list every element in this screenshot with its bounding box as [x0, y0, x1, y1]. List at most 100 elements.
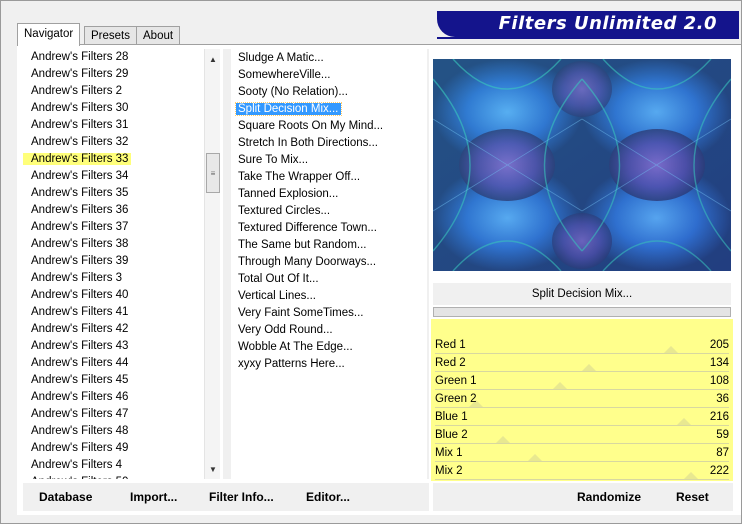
randomize-button[interactable]: Randomize	[577, 490, 641, 504]
slider-thumb[interactable]	[553, 382, 567, 389]
category-item[interactable]: Andrew's Filters 30	[23, 100, 203, 117]
tab-presets[interactable]: Presets	[84, 26, 137, 45]
filter-item[interactable]: Very Faint SomeTimes...	[233, 305, 427, 322]
category-label: Andrew's Filters 30	[31, 102, 129, 114]
tab-navigator[interactable]: Navigator	[17, 23, 81, 46]
category-label: Andrew's Filters 38	[31, 238, 129, 250]
scroll-down-icon[interactable]: ▼	[205, 461, 221, 477]
slider-row[interactable]: Red 2 134	[431, 355, 733, 373]
filter-item[interactable]: The Same but Random...	[233, 237, 427, 254]
slider-row[interactable]: Blue 1 216	[431, 409, 733, 427]
filter-label: Sooty (No Relation)...	[238, 86, 348, 98]
category-item[interactable]: Andrew's Filters 32	[23, 134, 203, 151]
filter-item[interactable]: Split Decision Mix...	[233, 101, 427, 118]
slider-row[interactable]: Mix 2 222	[431, 463, 733, 481]
filter-item[interactable]: Vertical Lines...	[233, 288, 427, 305]
category-item[interactable]: Andrew's Filters 35	[23, 185, 203, 202]
scroll-thumb[interactable]: ≡	[206, 153, 220, 193]
slider-track[interactable]	[435, 353, 729, 354]
filter-label: Wobble At The Edge...	[238, 341, 353, 353]
progress-bar	[433, 307, 731, 317]
slider-track[interactable]	[435, 425, 729, 426]
slider-thumb[interactable]	[684, 472, 698, 479]
reset-label: Reset	[676, 490, 709, 504]
category-item[interactable]: Andrew's Filters 34	[23, 168, 203, 185]
slider-thumb[interactable]	[664, 346, 678, 353]
category-item[interactable]: Andrew's Filters 2	[23, 83, 203, 100]
slider-track[interactable]	[435, 371, 729, 372]
category-item[interactable]: Andrew's Filters 3	[23, 270, 203, 287]
reset-button[interactable]: Reset	[676, 490, 709, 504]
slider-label: Red 1	[435, 339, 466, 351]
category-item[interactable]: Andrew's Filters 47	[23, 406, 203, 423]
database-button[interactable]: Database	[39, 490, 92, 504]
category-label: Andrew's Filters 31	[31, 119, 129, 131]
category-label: Andrew's Filters 2	[31, 85, 123, 97]
filter-item[interactable]: Very Odd Round...	[233, 322, 427, 339]
filter-info-button[interactable]: Filter Info...	[209, 490, 274, 504]
category-item[interactable]: Andrew's Filters 48	[23, 423, 203, 440]
category-item[interactable]: Andrew's Filters 46	[23, 389, 203, 406]
category-item[interactable]: Andrew's Filters 33	[23, 151, 203, 168]
randomize-label: Randomize	[577, 490, 642, 504]
category-item[interactable]: Andrew's Filters 49	[23, 440, 203, 457]
filter-item[interactable]: Sludge A Matic...	[233, 50, 427, 67]
category-item[interactable]: Andrew's Filters 45	[23, 372, 203, 389]
slider-row[interactable]: Mix 1 87	[431, 445, 733, 463]
preview-image	[433, 59, 731, 271]
category-item[interactable]: Andrew's Filters 41	[23, 304, 203, 321]
import-button[interactable]: Import...	[130, 490, 177, 504]
category-item[interactable]: Andrew's Filters 4	[23, 457, 203, 474]
filter-item[interactable]: Wobble At The Edge...	[233, 339, 427, 356]
slider-row[interactable]: Green 1 108	[431, 373, 733, 391]
filter-label: Take The Wrapper Off...	[238, 171, 361, 183]
category-item[interactable]: Andrew's Filters 42	[23, 321, 203, 338]
category-item[interactable]: Andrew's Filters 43	[23, 338, 203, 355]
category-label: Andrew's Filters 37	[31, 221, 129, 233]
category-item[interactable]: Andrew's Filters 44	[23, 355, 203, 372]
category-scrollbar[interactable]: ▲ ≡ ▼	[204, 49, 220, 479]
category-item[interactable]: Andrew's Filters 39	[23, 253, 203, 270]
filter-item[interactable]: Through Many Doorways...	[233, 254, 427, 271]
slider-thumb[interactable]	[528, 454, 542, 461]
filter-item[interactable]: Stretch In Both Directions...	[233, 135, 427, 152]
category-item[interactable]: Andrew's Filters 36	[23, 202, 203, 219]
scroll-up-icon[interactable]: ▲	[205, 51, 221, 67]
filter-label: Stretch In Both Directions...	[238, 137, 378, 149]
category-list[interactable]: Andrew's Filters 28 Andrew's Filters 29 An…	[23, 49, 203, 479]
slider-track[interactable]	[435, 479, 729, 480]
slider-track[interactable]	[435, 461, 729, 462]
category-item[interactable]: Andrew's Filters 28	[23, 49, 203, 66]
editor-button[interactable]: Editor...	[306, 490, 350, 504]
slider-row[interactable]: Red 1 205	[431, 337, 733, 355]
slider-row[interactable]: Blue 2 59	[431, 427, 733, 445]
filter-item[interactable]: Sure To Mix...	[233, 152, 427, 169]
slider-thumb[interactable]	[496, 436, 510, 443]
filter-item[interactable]: Sooty (No Relation)...	[233, 84, 427, 101]
slider-row[interactable]: Green 2 36	[431, 391, 733, 409]
filter-item[interactable]: Textured Difference Town...	[233, 220, 427, 237]
filter-item[interactable]: Tanned Explosion...	[233, 186, 427, 203]
category-item[interactable]: Andrew's Filters 37	[23, 219, 203, 236]
slider-thumb[interactable]	[582, 364, 596, 371]
category-item[interactable]: Andrew's Filters 40	[23, 287, 203, 304]
filter-item[interactable]: SomewhereVille...	[233, 67, 427, 84]
filter-item[interactable]: Take The Wrapper Off...	[233, 169, 427, 186]
category-label: Andrew's Filters 40	[31, 289, 129, 301]
filter-list[interactable]: Sludge A Matic... SomewhereVille... Sooty …	[233, 50, 427, 480]
filter-item[interactable]: xyxy Patterns Here...	[233, 356, 427, 373]
slider-track[interactable]	[435, 407, 729, 408]
category-item[interactable]: Andrew's Filters 31	[23, 117, 203, 134]
filter-label: Sludge A Matic...	[238, 52, 324, 64]
category-item[interactable]: Andrew's Filters 29	[23, 66, 203, 83]
filter-item[interactable]: Square Roots On My Mind...	[233, 118, 427, 135]
filter-item[interactable]: Textured Circles...	[233, 203, 427, 220]
slider-track[interactable]	[435, 443, 729, 444]
slider-thumb[interactable]	[677, 418, 691, 425]
category-item[interactable]: Andrew's Filters 50	[23, 474, 203, 479]
filter-item[interactable]: Total Out Of It...	[233, 271, 427, 288]
preview-filter-name: Split Decision Mix...	[433, 283, 731, 305]
tab-about[interactable]: About	[136, 26, 181, 45]
slider-track[interactable]	[435, 389, 729, 390]
category-item[interactable]: Andrew's Filters 38	[23, 236, 203, 253]
